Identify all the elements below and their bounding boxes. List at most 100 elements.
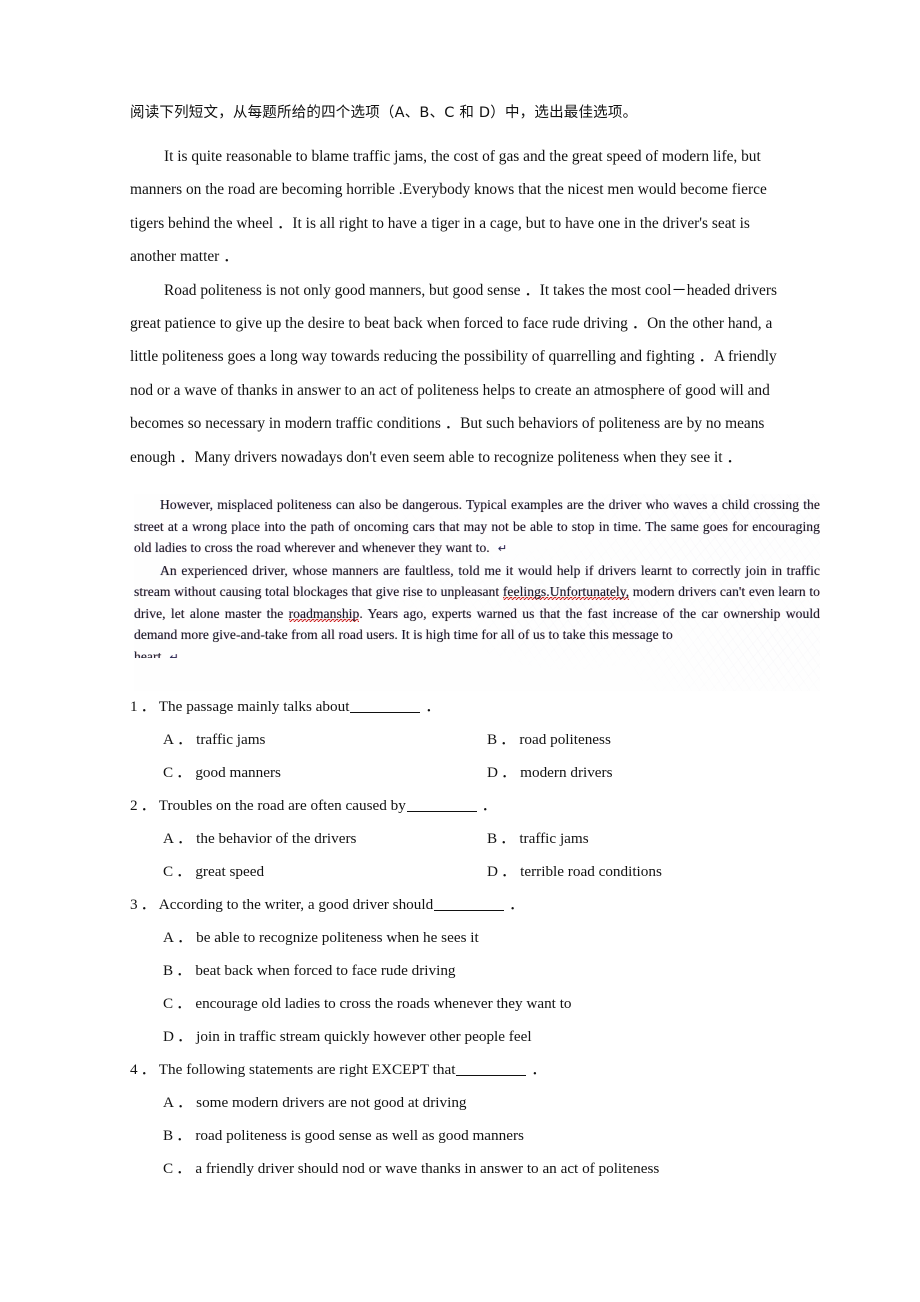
option-letter: C: [163, 1160, 174, 1177]
option-separator: ．: [176, 731, 193, 748]
option-d[interactable]: D ． terrible road conditions: [487, 855, 662, 888]
scanned-text-block: However, misplaced politeness can also b…: [134, 494, 820, 691]
option-c[interactable]: C ． encourage old ladies to cross the road…: [163, 987, 572, 1020]
option-a[interactable]: A ． be able to recognize politeness when h…: [163, 921, 479, 954]
option-c[interactable]: C ． great speed: [163, 855, 264, 888]
paragraph-mark-icon-2: ↵: [169, 650, 179, 658]
question-number-separator: ．: [140, 1061, 156, 1078]
option-text: be able to recognize politeness when he …: [196, 929, 479, 946]
option-letter: A: [163, 929, 174, 946]
question-stem: 3 ． According to the writer, a good driver…: [130, 888, 830, 921]
option-separator: ．: [176, 1127, 192, 1144]
option-letter: A: [163, 731, 174, 748]
option-row: A ． the behavior of the drivers B ． traffic j…: [130, 822, 830, 855]
question-text: The passage mainly talks about: [158, 698, 350, 715]
option-b[interactable]: B ． road politeness: [487, 723, 611, 756]
option-text: good manners: [195, 764, 281, 781]
question-end-punctuation: ．: [421, 698, 441, 715]
option-separator: ．: [500, 731, 516, 748]
option-text: modern drivers: [520, 764, 613, 781]
question-number: 1: [130, 698, 138, 715]
option-letter: D: [487, 863, 498, 880]
option-text: traffic jams: [519, 830, 589, 847]
scanned-paragraph-2: An experienced driver, whose manners are…: [134, 560, 820, 646]
question-stem: 2 ． Troubles on the road are often caused …: [130, 789, 830, 822]
option-text: a friendly driver should nod or wave tha…: [195, 1160, 660, 1177]
question-stem: 1 ． The passage mainly talks about ．: [130, 690, 830, 723]
option-text: some modern drivers are not good at driv…: [196, 1094, 467, 1111]
reading-passage: It is quite reasonable to blame traffic …: [130, 140, 792, 474]
question-end-punctuation: ．: [527, 1061, 547, 1078]
instruction-line: 阅读下列短文，从每题所给的四个选项（A、B、C 和 D）中，选出最佳选项。: [130, 105, 638, 121]
question-text: Troubles on the road are often caused by: [158, 797, 406, 814]
question-end-punctuation: ．: [505, 896, 525, 913]
option-text: encourage old ladies to cross the roads …: [195, 995, 572, 1012]
option-text: road politeness is good sense as well as…: [195, 1127, 524, 1144]
option-text: beat back when forced to face rude drivi…: [195, 962, 456, 979]
spellcheck-word-roadmanship: roadmanship: [288, 605, 360, 622]
question-number-separator: ．: [140, 797, 156, 814]
option-text: traffic jams: [196, 731, 266, 748]
option-text: the behavior of the drivers: [196, 830, 357, 847]
answer-blank[interactable]: [456, 1075, 527, 1076]
option-text: terrible road conditions: [520, 863, 662, 880]
option-letter: B: [163, 962, 174, 979]
question-stem: 4 ． The following statements are right EXC…: [130, 1053, 830, 1086]
question-number: 3: [130, 896, 138, 913]
option-c[interactable]: C ． a friendly driver should nod or wave t…: [163, 1152, 659, 1185]
option-separator: ．: [176, 1094, 193, 1111]
scanned-paragraph-1-text: However, misplaced politeness can also b…: [134, 497, 820, 555]
option-letter: B: [487, 731, 498, 748]
question-number-separator: ．: [140, 896, 156, 913]
option-letter: B: [487, 830, 498, 847]
option-separator: ．: [176, 764, 192, 781]
option-text: great speed: [195, 863, 265, 880]
answer-blank[interactable]: [434, 910, 505, 911]
option-row: A ． some modern drivers are not good at dr…: [130, 1086, 830, 1119]
option-separator: ．: [176, 863, 192, 880]
option-d[interactable]: D ． join in traffic stream quickly however…: [163, 1020, 532, 1053]
option-separator: ．: [500, 830, 516, 847]
option-b[interactable]: B ． traffic jams: [487, 822, 589, 855]
option-b[interactable]: B ． road politeness is good sense as well …: [163, 1119, 524, 1152]
option-row: A ． be able to recognize politeness when h…: [130, 921, 830, 954]
passage-paragraph-2: Road politeness is not only good manners…: [130, 281, 777, 466]
option-letter: D: [487, 764, 498, 781]
option-text: join in traffic stream quickly however o…: [196, 1028, 532, 1045]
option-a[interactable]: A ． traffic jams: [163, 723, 265, 756]
paragraph-mark-icon: ↵: [497, 542, 508, 555]
option-d[interactable]: D ． modern drivers: [487, 756, 613, 789]
option-letter: C: [163, 995, 174, 1012]
option-row: B ． beat back when forced to face rude dri…: [130, 954, 830, 987]
option-letter: B: [163, 1127, 174, 1144]
question-number: 2: [130, 797, 138, 814]
answer-blank[interactable]: [406, 811, 477, 812]
option-row: D ． join in traffic stream quickly however…: [130, 1020, 830, 1053]
question-number-separator: ．: [140, 698, 156, 715]
option-letter: A: [163, 830, 174, 847]
option-a[interactable]: A ． the behavior of the drivers: [163, 822, 356, 855]
question-text: The following statements are right EXCEP…: [158, 1061, 456, 1078]
option-b[interactable]: B ． beat back when forced to face rude dri…: [163, 954, 456, 987]
option-a[interactable]: A ． some modern drivers are not good at dr…: [163, 1086, 467, 1119]
question-text: According to the writer, a good driver s…: [158, 896, 434, 913]
option-row: A ． traffic jams B ． road politeness: [130, 723, 830, 756]
scanned-last-word: heart: [134, 648, 162, 658]
option-row: C ． great speed D ． terrible road conditions: [130, 855, 830, 888]
option-letter: A: [163, 1094, 174, 1111]
option-separator: ．: [176, 995, 192, 1012]
document-page: 阅读下列短文，从每题所给的四个选项（A、B、C 和 D）中，选出最佳选项。 It…: [0, 0, 920, 1302]
answer-blank[interactable]: [350, 712, 421, 713]
option-letter: C: [163, 863, 174, 880]
question-end-punctuation: ．: [477, 797, 497, 814]
option-c[interactable]: C ． good manners: [163, 756, 281, 789]
option-separator: ．: [500, 863, 517, 880]
passage-paragraph-1: It is quite reasonable to blame traffic …: [130, 148, 767, 266]
option-separator: ．: [176, 830, 193, 847]
option-separator: ．: [176, 1028, 193, 1045]
spellcheck-word-unfortunately: feelings.Unfortunately,: [502, 584, 630, 600]
option-separator: ．: [500, 764, 517, 781]
question-number: 4: [130, 1061, 138, 1078]
option-letter: C: [163, 764, 174, 781]
option-row: B ． road politeness is good sense as well …: [130, 1119, 830, 1152]
